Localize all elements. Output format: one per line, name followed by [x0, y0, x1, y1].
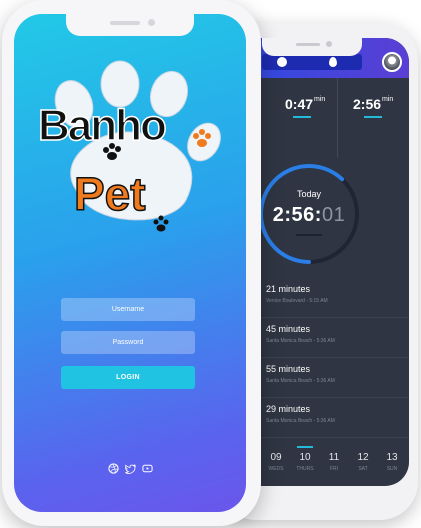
today-time-seconds: 01: [321, 204, 346, 226]
username-input[interactable]: [61, 298, 195, 321]
stat-underline: [293, 116, 311, 118]
today-time: 2:56:01: [266, 204, 352, 227]
session-location: Santa Monica Beach - 5:36 AM: [266, 378, 335, 384]
back-phone-notch: [262, 38, 362, 56]
session-duration: 45 minutes: [266, 324, 311, 334]
today-label: Today: [296, 189, 322, 199]
day-number: 13: [386, 452, 398, 463]
session-duration: 55 minutes: [266, 364, 311, 374]
today-time-underline: [296, 234, 322, 236]
day-label: SAT: [358, 466, 368, 472]
day-number: 12: [357, 452, 369, 463]
day-label: FRI: [329, 466, 339, 472]
day-selected-indicator: [297, 446, 313, 448]
stat-value: 2:56: [353, 96, 382, 112]
day-number: 10: [299, 452, 311, 463]
avatar[interactable]: [382, 52, 402, 72]
day-label: WEDS: [268, 466, 284, 472]
stat-unit: min: [314, 96, 326, 103]
session-location: Santa Monica Beach - 5:36 AM: [266, 338, 335, 344]
day-label: THURS: [296, 466, 314, 472]
logo-word-pet: Pet: [74, 168, 146, 220]
banho-pet-logo: Banho Pet: [36, 60, 226, 250]
session-location: Venice Boulevard - 5:15 AM: [266, 298, 328, 304]
dribbble-icon[interactable]: [108, 463, 119, 474]
paw-logo-graphic: Banho Pet: [37, 60, 221, 232]
stat-value: 0:47: [285, 96, 314, 112]
stat-unit: min: [382, 96, 394, 103]
session-location: Santa Monica Beach - 5:36 AM: [266, 418, 335, 424]
water-drop-tab-icon[interactable]: [329, 57, 337, 67]
social-links: [108, 463, 156, 475]
front-phone-notch: [66, 14, 194, 36]
youtube-icon[interactable]: [142, 463, 153, 474]
password-input[interactable]: [61, 331, 195, 354]
day-label: SUN: [386, 466, 398, 472]
day-number: 09: [270, 452, 282, 463]
session-duration: 29 minutes: [266, 404, 311, 414]
stat-underline: [364, 116, 382, 118]
login-button[interactable]: LOGIN: [61, 366, 195, 389]
twitter-icon[interactable]: [125, 463, 136, 474]
stat-cell: 2:56min: [338, 78, 409, 158]
session-duration: 21 minutes: [266, 284, 311, 294]
timer-tab-icon[interactable]: [277, 57, 287, 67]
stat-cell: 0:47min: [258, 78, 338, 158]
logo-word-banho: Banho: [38, 101, 166, 150]
today-time-main: 2:56:: [272, 204, 322, 226]
tab-switcher[interactable]: [262, 54, 362, 70]
day-number: 11: [328, 452, 340, 463]
